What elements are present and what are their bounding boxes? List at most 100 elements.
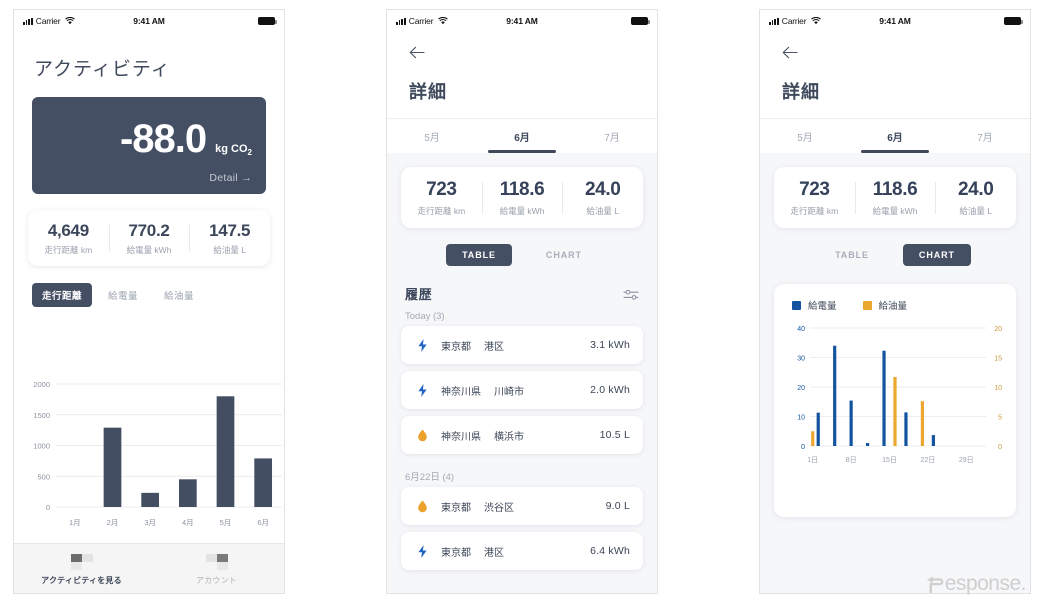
history-group-label: 6月22日 (4) (405, 472, 455, 483)
list-item[interactable]: 神奈川県 川崎市 2.0 kWh (401, 371, 643, 409)
list-item-value: 6.4 kWh (590, 545, 630, 557)
co2-value-row: -88.0 kg CO2 (32, 119, 252, 159)
svg-text:5月: 5月 (220, 518, 232, 527)
segment-electricity[interactable]: 給電量 (98, 283, 148, 307)
co2-value: -88.0 (119, 117, 207, 161)
kpi-electricity: 118.6 給電量 kWh (481, 179, 563, 217)
toggle-chart[interactable]: CHART (902, 244, 971, 266)
svg-text:8日: 8日 (846, 456, 857, 464)
kpi-label: 走行距離 km (417, 206, 466, 216)
monthly-distance-bar-chart: 0 500 1000 1500 2000 1月 2月 3月 4月 5月 6月 (14, 372, 284, 554)
svg-text:20: 20 (797, 385, 805, 392)
toggle-chart[interactable]: CHART (530, 244, 598, 266)
bolt-icon (414, 543, 431, 560)
svg-text:0: 0 (801, 444, 805, 451)
list-item-prefecture: 東京都 (441, 502, 471, 514)
kpi-value: 723 (799, 179, 830, 200)
screenshot-stage: Carrier 9:41 AM アクティビティ -88.0 kg CO2 Det… (0, 0, 1042, 608)
kpi-value: 24.0 (584, 179, 621, 200)
svg-text:10: 10 (994, 385, 1002, 392)
stat-label: 給電量 kWh (126, 245, 172, 255)
list-item[interactable]: 東京都 港区 3.1 kWh (401, 326, 643, 364)
kpi-distance: 723 走行距離 km (774, 179, 855, 217)
co2-detail-link[interactable]: Detail → (209, 172, 252, 184)
toggle-table[interactable]: TABLE (446, 244, 512, 266)
kpi-distance: 723 走行距離 km (401, 179, 482, 217)
svg-text:29日: 29日 (959, 456, 974, 464)
stat-value: 770.2 (128, 221, 170, 240)
history-header: 履歴 (387, 266, 657, 303)
table-chart-toggle: TABLE CHART (387, 244, 657, 266)
filter-sliders-icon[interactable] (623, 288, 639, 300)
phone-3-detail-chart-screen: Carrier 9:41 AM 詳細 5月 6月 7月 723 走行距離 km … (759, 9, 1031, 594)
kpi-label: 給電量 kWh (872, 206, 918, 216)
svg-text:0: 0 (998, 444, 1002, 451)
list-item[interactable]: 神奈川県 横浜市 10.5 L (401, 416, 643, 454)
month-tab-june[interactable]: 6月 (477, 119, 567, 153)
response-watermark: esponse. (924, 572, 1027, 596)
month-tab-may[interactable]: 5月 (760, 119, 850, 153)
kpi-label: 走行距離 km (790, 206, 839, 216)
list-item-city: 川崎市 (494, 386, 524, 398)
battery-icon (1004, 16, 1023, 26)
segment-distance[interactable]: 走行距離 (32, 283, 93, 307)
detail-header: 詳細 5月 6月 7月 (760, 32, 1030, 153)
list-item[interactable]: 東京都 港区 6.4 kWh (401, 532, 643, 570)
legend-label: 給電量 (808, 301, 837, 312)
kpi-value: 723 (426, 179, 457, 200)
list-item-prefecture: 東京都 (441, 341, 471, 353)
daily-usage-chart-card: 給電量 給油量 0 10 20 30 40 0 5 10 15 20 1日 8日 15日 22日 29日 (774, 284, 1016, 517)
detail-body: 723 走行距離 km 118.6 給電量 kWh 24.0 給油量 L TAB… (760, 153, 1030, 593)
tab-label: アカウント (196, 575, 237, 585)
history-title: 履歴 (405, 287, 433, 302)
back-arrow-icon[interactable] (387, 46, 657, 62)
list-item-city: 渋谷区 (484, 502, 514, 514)
phone-2-detail-table-screen: Carrier 9:41 AM 詳細 5月 6月 7月 723 走行距離 km … (386, 9, 658, 594)
toggle-table[interactable]: TABLE (819, 244, 885, 266)
stat-value: 147.5 (209, 221, 251, 240)
svg-text:2000: 2000 (33, 380, 50, 389)
stat-label: 給油量 L (213, 245, 246, 255)
tab-account[interactable]: アカウント (149, 553, 284, 586)
segment-fuel[interactable]: 給油量 (154, 283, 204, 307)
svg-text:0: 0 (46, 503, 50, 512)
co2-summary-card[interactable]: -88.0 kg CO2 Detail → (32, 97, 266, 194)
stats-card: 4,649 走行距離 km 770.2 給電量 kWh 147.5 給油量 L (28, 210, 270, 266)
list-item-city: 港区 (484, 547, 504, 559)
list-item-value: 10.5 L (599, 429, 630, 441)
svg-text:22日: 22日 (921, 456, 936, 464)
kpi-card: 723 走行距離 km 118.6 給電量 kWh 24.0 給油量 L (401, 167, 643, 228)
clock-label: 9:41 AM (133, 16, 165, 26)
list-item-city: 横浜市 (494, 431, 524, 443)
month-tab-july[interactable]: 7月 (567, 119, 657, 153)
status-bar-right (1004, 16, 1023, 26)
kpi-fuel: 24.0 給油量 L (562, 179, 643, 217)
svg-text:10: 10 (797, 415, 805, 422)
svg-text:3月: 3月 (144, 518, 156, 527)
svg-text:20: 20 (994, 326, 1002, 333)
page-title: アクティビティ (34, 59, 171, 80)
svg-text:40: 40 (797, 326, 805, 333)
back-arrow-icon[interactable] (760, 46, 1030, 62)
month-tab-july[interactable]: 7月 (940, 119, 1030, 153)
list-item-prefecture: 神奈川県 (441, 431, 481, 443)
list-item-city: 港区 (484, 341, 504, 353)
status-bar: Carrier 9:41 AM (760, 10, 1030, 32)
stat-fuel: 147.5 給油量 L (189, 221, 270, 256)
month-tab-june[interactable]: 6月 (850, 119, 940, 153)
legend-item-electricity: 給電量 (792, 298, 837, 312)
tab-activity[interactable]: アクティビティを見る (14, 553, 149, 586)
bottom-tab-bar: アクティビティを見る アカウント (14, 543, 284, 593)
svg-text:6月: 6月 (257, 518, 269, 527)
list-item[interactable]: 東京都 渋谷区 9.0 L (401, 487, 643, 525)
co2-unit: kg CO2 (215, 143, 252, 157)
month-tab-may[interactable]: 5月 (387, 119, 477, 153)
svg-text:1500: 1500 (33, 411, 50, 420)
svg-text:500: 500 (37, 472, 50, 481)
kpi-label: 給油量 L (586, 206, 619, 216)
svg-text:2月: 2月 (107, 518, 119, 527)
legend-swatch (862, 300, 872, 310)
stat-value: 4,649 (47, 221, 89, 240)
response-logo-icon (926, 575, 944, 593)
page-title: 詳細 (409, 82, 447, 102)
